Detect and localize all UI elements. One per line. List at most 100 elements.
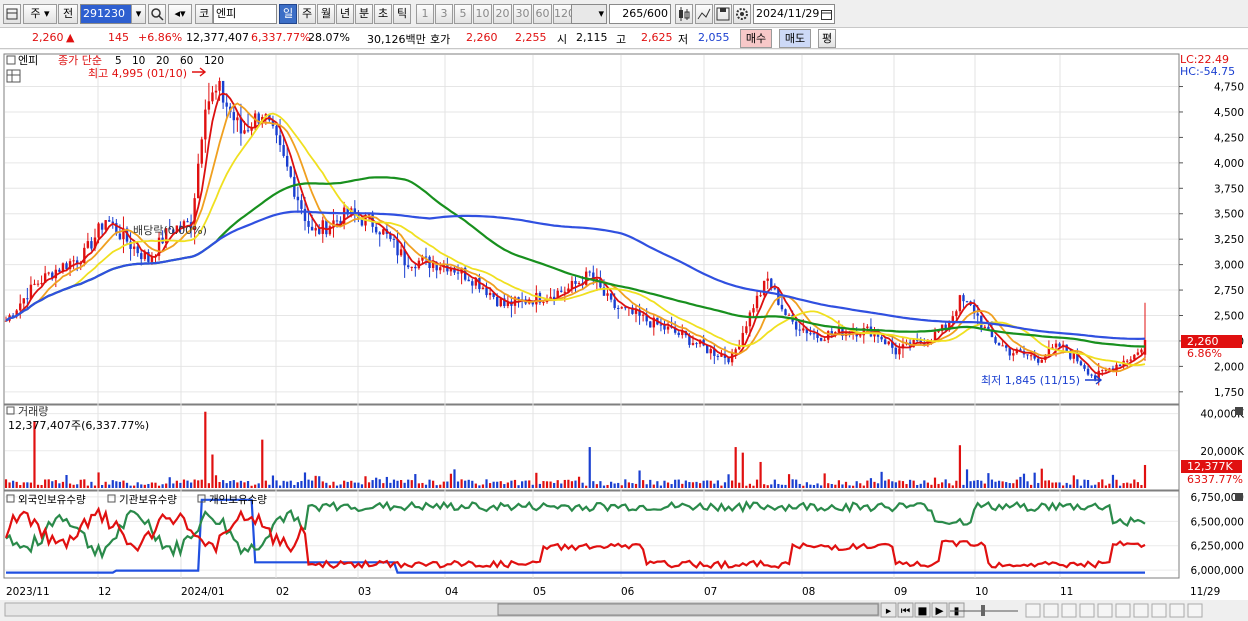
volume-bar — [723, 482, 727, 488]
indicator-icon[interactable] — [695, 4, 713, 24]
period-button-5[interactable]: 초 — [374, 4, 392, 24]
volume-bar — [175, 480, 178, 488]
volume-bar — [186, 480, 189, 488]
stock-chart[interactable]: 1,7502,0002,2502,5002,7503,0003,2503,500… — [0, 50, 1248, 621]
period-button-6[interactable]: 틱 — [393, 4, 411, 24]
volume-bar — [1083, 479, 1086, 488]
stock-name-field[interactable]: 엔피 — [213, 4, 277, 24]
candle-body — [620, 307, 623, 309]
speaker-icon[interactable]: ◂▾ — [168, 4, 192, 24]
volume-bar — [545, 481, 549, 488]
candle-body — [243, 130, 246, 134]
candle-body — [745, 326, 748, 333]
volume-bar — [407, 479, 410, 488]
period-button-1[interactable]: 주 — [298, 4, 316, 24]
chart-menu-icon[interactable] — [3, 4, 21, 24]
candle-type-icon[interactable] — [675, 4, 693, 24]
volume-bar — [40, 485, 43, 488]
bar-count-field[interactable]: 265/600 — [609, 4, 671, 24]
calendar-icon[interactable] — [821, 9, 832, 20]
volume-bar — [577, 476, 581, 488]
volume-bar — [1001, 481, 1004, 488]
volume-close-icon[interactable] — [1235, 407, 1243, 415]
x-tick-label: 09 — [894, 586, 907, 598]
candle-body — [997, 342, 1001, 346]
sell-button[interactable]: 매도 — [779, 29, 811, 48]
minute-button-1[interactable]: 1 — [416, 4, 434, 24]
volume-bar — [563, 479, 566, 488]
volume-bar — [766, 485, 769, 488]
minute-button-30[interactable]: 30 — [513, 4, 532, 24]
candle-body — [278, 135, 282, 146]
volume-bar — [236, 482, 239, 488]
volume-bar — [702, 480, 705, 488]
volume-bar — [474, 483, 477, 488]
tool-icon-6 — [1133, 603, 1149, 618]
volume-bar — [357, 482, 360, 488]
volume-bar — [994, 481, 997, 488]
volume-bar — [90, 481, 93, 488]
candle-body — [666, 326, 670, 330]
minute-custom-select[interactable]: ▾ — [571, 4, 607, 24]
market-label: 코 — [195, 4, 213, 24]
candle-body — [58, 269, 61, 272]
minute-button-3[interactable]: 3 — [435, 4, 453, 24]
holdings-tick-label: 6,250,000 — [1191, 541, 1244, 553]
candle-body — [1040, 360, 1043, 363]
volume-bar — [1143, 464, 1147, 488]
avg-button[interactable]: 평 — [818, 29, 836, 48]
minute-button-10[interactable]: 10 — [473, 4, 492, 24]
holdings-close-icon[interactable] — [1235, 493, 1243, 501]
candle-body — [410, 266, 413, 268]
prev-button[interactable]: 전 — [58, 4, 78, 24]
volume-bar — [328, 485, 332, 488]
period-button-0[interactable]: 일 — [279, 4, 297, 24]
period-button-3[interactable]: 년 — [336, 4, 354, 24]
minute-button-5[interactable]: 5 — [454, 4, 472, 24]
code-dropdown-icon[interactable]: ▾ — [131, 4, 146, 24]
buy-button[interactable]: 매수 — [740, 29, 772, 48]
table-icon[interactable] — [6, 69, 21, 83]
period-button-4[interactable]: 분 — [355, 4, 373, 24]
volume-bar — [588, 447, 591, 488]
volume-bar — [150, 482, 154, 488]
candle-body — [606, 293, 609, 296]
price-tick-label: 2,000 — [1214, 361, 1244, 373]
volume-bar — [439, 484, 442, 488]
scrollbar-thumb[interactable] — [497, 603, 879, 616]
volume-bar — [47, 479, 50, 488]
search-icon[interactable] — [148, 4, 166, 24]
market-type-select[interactable]: 주 ▾ — [23, 4, 57, 24]
candle-body — [467, 279, 470, 282]
volume-bar — [296, 482, 299, 488]
candle-body — [485, 287, 488, 296]
candle-body — [649, 321, 652, 328]
event-annotation: 배당락(0.00%) — [133, 224, 207, 237]
bar-count: 265 — [622, 7, 644, 20]
candle-body — [965, 301, 969, 303]
volume-bar — [435, 485, 438, 488]
volume-bar — [624, 479, 627, 488]
candle-body — [225, 102, 228, 107]
volume-bar — [168, 477, 171, 488]
minute-button-60[interactable]: 60 — [533, 4, 552, 24]
volume-bar — [300, 480, 303, 488]
nav-glyph-0: ▸ — [886, 605, 892, 617]
volume-bar — [595, 484, 598, 488]
volume-bar — [592, 481, 595, 488]
volume-bar — [752, 485, 755, 488]
minute-button-20[interactable]: 20 — [493, 4, 512, 24]
nav-glyph-1: ⏮ — [901, 605, 911, 617]
volume-bar — [802, 485, 805, 488]
candle-body — [894, 347, 898, 355]
price-tick-label: 3,500 — [1214, 209, 1244, 221]
save-icon[interactable] — [714, 4, 732, 24]
x-tick-label: 04 — [445, 586, 459, 598]
date-field[interactable]: 2024/11/29 — [753, 4, 835, 24]
period-button-2[interactable]: 월 — [317, 4, 335, 24]
candle-body — [787, 314, 791, 316]
candle-body — [118, 233, 122, 240]
volume-bar — [492, 481, 495, 488]
gear-icon[interactable] — [733, 4, 751, 24]
volume-bar — [819, 485, 823, 488]
